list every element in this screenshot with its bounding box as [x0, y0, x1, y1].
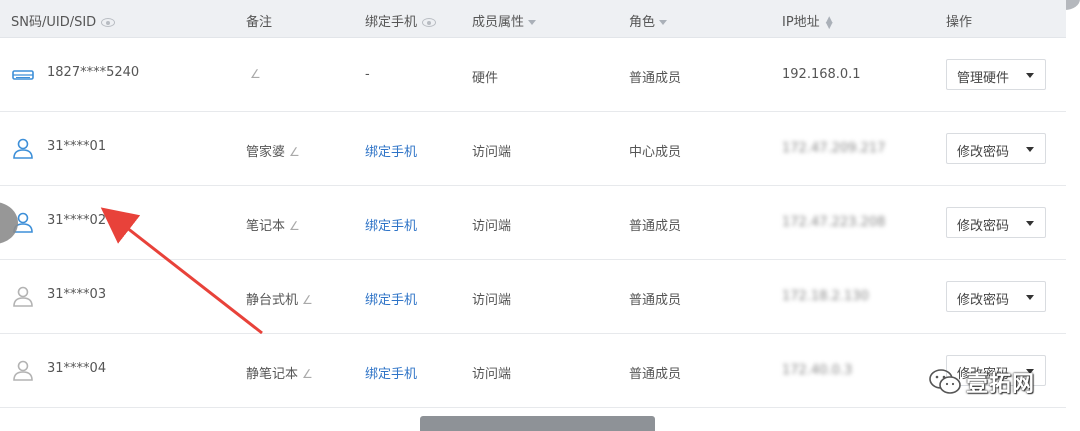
op-label: 管理硬件 [957, 71, 1010, 86]
row-attr: 访问端 [472, 293, 512, 308]
row-role: 普通成员 [629, 293, 682, 308]
edit-icon[interactable]: ∠ [250, 67, 261, 81]
col-remark-label: 备注 [246, 15, 273, 30]
op-label: 修改密码 [957, 293, 1010, 308]
row-remark-text: 笔记本 [246, 219, 286, 234]
hardware-icon [12, 70, 34, 80]
row-attr: 访问端 [472, 145, 512, 160]
change-password-button[interactable]: 修改密码 [946, 207, 1046, 238]
edit-icon[interactable]: ∠ [289, 219, 300, 233]
user-icon [13, 138, 33, 159]
row-role: 普通成员 [629, 367, 682, 382]
row-ip: 172.47.209.217 [782, 141, 885, 156]
table-row: 31****03 静台式机 ∠ 绑定手机 访问端 普通成员 172.18.2.13… [0, 260, 1066, 334]
change-password-button[interactable]: 修改密码 [946, 281, 1046, 312]
col-attr-label: 成员属性 [472, 15, 525, 30]
row-attr: 硬件 [472, 71, 499, 86]
row-phone: - [365, 67, 370, 82]
user-icon [13, 360, 33, 381]
edit-icon[interactable]: ∠ [302, 367, 313, 381]
op-label: 修改密码 [957, 145, 1010, 160]
col-remark: 备注 [246, 11, 272, 30]
col-ip-label: IP地址 [782, 15, 820, 30]
row-remark-text: 静笔记本 [246, 367, 299, 382]
bind-phone-link[interactable]: 绑定手机 [365, 363, 417, 382]
eye-icon[interactable] [101, 18, 116, 27]
wechat-icon [929, 369, 961, 394]
row-remark[interactable]: 静台式机 ∠ [246, 289, 313, 308]
row-ip: 172.18.2.130 [782, 289, 869, 304]
bind-phone-link[interactable]: 绑定手机 [365, 289, 417, 308]
col-op: 操作 [946, 11, 972, 30]
chevron-down-icon[interactable] [659, 20, 668, 25]
col-sn[interactable]: SN码/UID/SID [11, 11, 116, 30]
manage-hardware-button[interactable]: 管理硬件 [946, 59, 1046, 90]
edit-icon[interactable]: ∠ [289, 145, 300, 159]
col-attr[interactable]: 成员属性 [472, 11, 537, 30]
table-header: SN码/UID/SID 备注 绑定手机 成员属性 角色 IP地址 ▲ ▼ 操作 [0, 0, 1066, 38]
user-icon [13, 286, 33, 307]
bind-phone-link[interactable]: 绑定手机 [365, 215, 417, 234]
row-role: 普通成员 [629, 71, 682, 86]
row-attr: 访问端 [472, 367, 512, 382]
row-sn: 1827****5240 [47, 65, 140, 80]
row-remark-text: 管家婆 [246, 145, 286, 160]
col-role[interactable]: 角色 [629, 11, 668, 30]
row-ip: 192.168.0.1 [782, 67, 861, 82]
row-remark[interactable]: 笔记本 ∠ [246, 215, 300, 234]
table-row: 31****04 静笔记本 ∠ 绑定手机 访问端 普通成员 172.40.0.3 … [0, 334, 1066, 408]
row-attr: 访问端 [472, 219, 512, 234]
row-remark-text: 静台式机 [246, 293, 299, 308]
col-role-label: 角色 [629, 15, 656, 30]
watermark-text: 壹拓网 [966, 372, 1036, 397]
row-ip-text: 172.47.223.208 [782, 215, 886, 230]
row-sn: 31****02 [47, 213, 107, 228]
table-row: 1827****5240 ∠ - 硬件 普通成员 192.168.0.1 管理硬… [0, 38, 1066, 112]
chevron-down-icon[interactable] [1026, 295, 1034, 300]
row-remark[interactable]: ∠ [246, 67, 261, 82]
sort-icon[interactable]: ▲ ▼ [826, 15, 833, 30]
chevron-down-icon[interactable] [1026, 147, 1034, 152]
row-ip: 172.40.0.3 [782, 363, 852, 378]
col-sn-label: SN码/UID/SID [11, 15, 97, 30]
chevron-down-icon[interactable] [1026, 73, 1034, 78]
row-ip-text: 172.47.209.217 [782, 141, 886, 156]
edit-icon[interactable]: ∠ [302, 293, 313, 307]
chevron-down-icon[interactable] [528, 20, 537, 25]
row-role: 中心成员 [629, 145, 682, 160]
watermark: 壹拓网 [928, 366, 1035, 398]
row-role: 普通成员 [629, 219, 682, 234]
col-phone-label: 绑定手机 [365, 15, 418, 30]
row-sn: 31****01 [47, 139, 107, 154]
row-sn: 31****04 [47, 361, 107, 376]
row-sn: 31****03 [47, 287, 107, 302]
row-ip-text: 172.18.2.130 [782, 289, 869, 304]
col-phone[interactable]: 绑定手机 [365, 11, 437, 30]
table-row: 31****01 管家婆 ∠ 绑定手机 访问端 中心成员 172.47.209.2… [0, 112, 1066, 186]
row-ip-text: 172.40.0.3 [782, 363, 853, 378]
col-ip[interactable]: IP地址 ▲ ▼ [782, 11, 833, 30]
col-op-label: 操作 [946, 15, 973, 30]
row-remark[interactable]: 静笔记本 ∠ [246, 363, 313, 382]
image-viewer-toolbar[interactable] [420, 416, 655, 431]
change-password-button[interactable]: 修改密码 [946, 133, 1046, 164]
member-list-page: SN码/UID/SID 备注 绑定手机 成员属性 角色 IP地址 ▲ ▼ 操作 18… [0, 0, 1080, 431]
chevron-down-icon[interactable] [1026, 221, 1034, 226]
table-row: 31****02 笔记本 ∠ 绑定手机 访问端 普通成员 172.47.223.2… [0, 186, 1066, 260]
row-remark[interactable]: 管家婆 ∠ [246, 141, 300, 160]
bind-phone-link[interactable]: 绑定手机 [365, 141, 417, 160]
eye-icon[interactable] [422, 18, 437, 27]
row-ip: 172.47.223.208 [782, 215, 885, 230]
op-label: 修改密码 [957, 219, 1010, 234]
